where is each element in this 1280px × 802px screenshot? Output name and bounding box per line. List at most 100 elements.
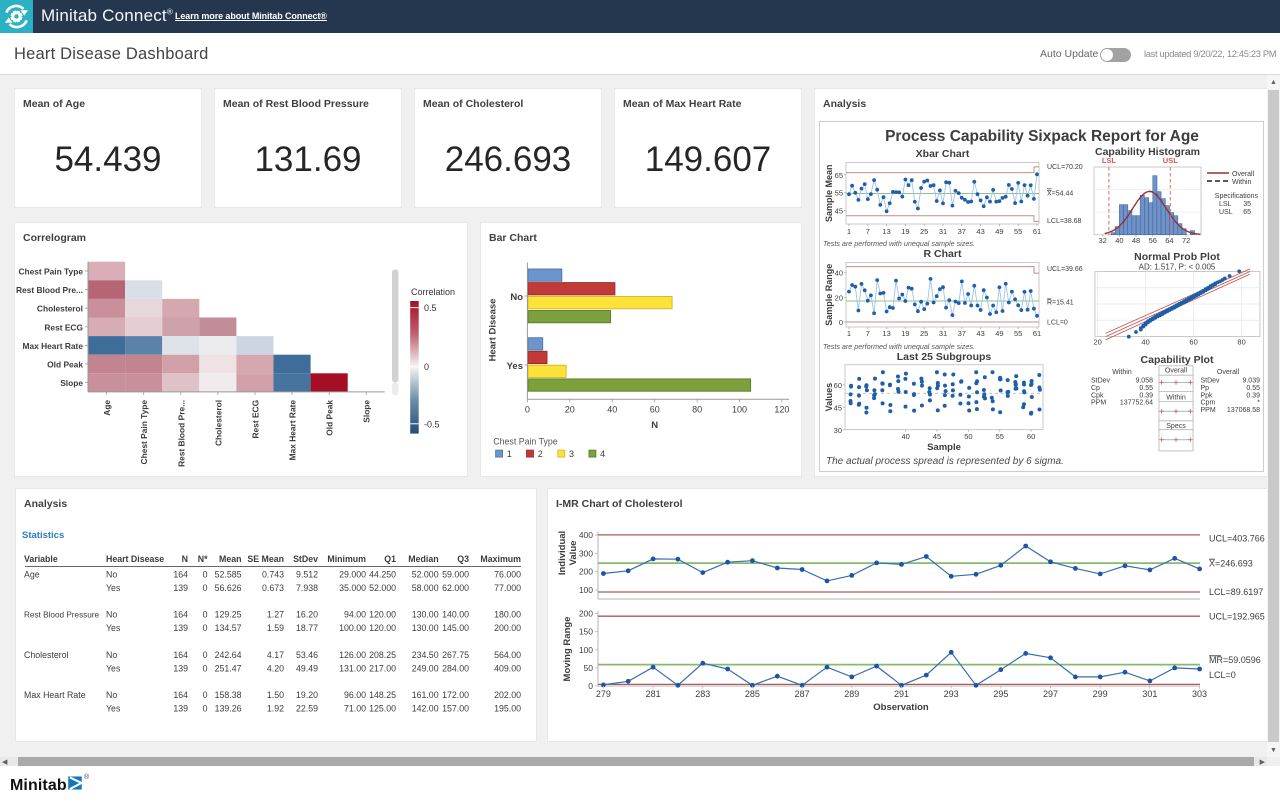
- svg-text:Moving Range: Moving Range: [562, 617, 573, 682]
- svg-text:UCL=403.766: UCL=403.766: [1209, 534, 1265, 544]
- svg-text:139: 139: [173, 704, 188, 714]
- svg-text:Cp: Cp: [1091, 385, 1100, 392]
- svg-text:9.039: 9.039: [1242, 378, 1260, 385]
- svg-text:Rest ECG: Rest ECG: [44, 322, 83, 332]
- svg-text:Chest Pain Type: Chest Pain Type: [139, 400, 149, 465]
- svg-text:X=246.693: X=246.693: [1209, 559, 1253, 569]
- svg-text:59.000: 59.000: [442, 570, 469, 580]
- svg-text:Within: Within: [1112, 369, 1132, 376]
- svg-text:0.55: 0.55: [1246, 385, 1260, 392]
- svg-text:45: 45: [933, 432, 941, 441]
- svg-text:Q3: Q3: [457, 554, 469, 564]
- svg-text:Max Heart Rate: Max Heart Rate: [22, 341, 83, 351]
- svg-text:Tests are performed with unequ: Tests are performed with unequal sample …: [823, 239, 975, 248]
- svg-text:289: 289: [844, 689, 859, 699]
- svg-text:Overall: Overall: [1165, 368, 1188, 375]
- svg-text:100: 100: [579, 645, 593, 655]
- svg-text:Sample Mean: Sample Mean: [824, 164, 834, 222]
- svg-text:Cholesterol: Cholesterol: [37, 304, 83, 314]
- svg-text:0.39: 0.39: [1246, 392, 1260, 399]
- svg-text:55: 55: [1014, 227, 1022, 236]
- svg-text:19: 19: [901, 227, 909, 236]
- svg-text:X=54.44: X=54.44: [1047, 191, 1073, 198]
- svg-text:Heart Disease: Heart Disease: [488, 299, 499, 362]
- svg-text:120: 120: [774, 404, 789, 414]
- svg-text:Mean: Mean: [219, 554, 242, 564]
- svg-text:251.47: 251.47: [215, 664, 242, 674]
- svg-text:LCL=0: LCL=0: [1047, 320, 1068, 327]
- svg-text:LSL: LSL: [1102, 156, 1117, 165]
- svg-text:7.938: 7.938: [296, 583, 318, 593]
- svg-text:16.20: 16.20: [296, 610, 318, 620]
- svg-text:7: 7: [866, 329, 870, 338]
- svg-text:-0.5: -0.5: [424, 419, 440, 429]
- svg-text:Pp: Pp: [1201, 385, 1210, 392]
- svg-text:195.00: 195.00: [494, 704, 521, 714]
- svg-text:37: 37: [958, 329, 966, 338]
- svg-text:Value: Value: [568, 541, 579, 566]
- svg-text:0: 0: [203, 690, 208, 700]
- svg-text:Rest Blood Pre...: Rest Blood Pre...: [176, 400, 186, 467]
- svg-text:1.59: 1.59: [267, 623, 284, 633]
- svg-text:Within: Within: [1232, 179, 1252, 186]
- svg-text:*: *: [1257, 400, 1260, 407]
- svg-text:Rest Blood Pressure: Rest Blood Pressure: [24, 611, 100, 620]
- svg-text:AD: 1.517, P: < 0.005: AD: 1.517, P: < 0.005: [1139, 263, 1216, 272]
- svg-text:Yes: Yes: [106, 583, 121, 593]
- svg-text:139: 139: [173, 623, 188, 633]
- svg-text:55: 55: [996, 432, 1004, 441]
- svg-text:Maximum: Maximum: [480, 554, 521, 564]
- svg-text:291: 291: [894, 689, 909, 699]
- svg-text:Variable: Variable: [24, 554, 58, 564]
- svg-text:45: 45: [835, 207, 843, 216]
- svg-text:1: 1: [847, 329, 851, 338]
- svg-text:145.00: 145.00: [442, 623, 469, 633]
- svg-text:126.00: 126.00: [339, 650, 366, 660]
- svg-text:1.27: 1.27: [267, 610, 284, 620]
- svg-text:53.46: 53.46: [296, 650, 318, 660]
- svg-text:Yes: Yes: [106, 664, 121, 674]
- svg-text:No: No: [510, 292, 523, 303]
- svg-text:96.00: 96.00: [344, 690, 366, 700]
- svg-text:56.626: 56.626: [215, 583, 242, 593]
- svg-text:UCL=39.66: UCL=39.66: [1047, 266, 1083, 273]
- svg-text:35.000: 35.000: [339, 583, 366, 593]
- svg-text:0: 0: [424, 362, 429, 372]
- svg-text:13: 13: [882, 329, 890, 338]
- svg-text:80: 80: [692, 404, 702, 414]
- svg-text:StDev: StDev: [293, 554, 318, 564]
- svg-text:32: 32: [1099, 236, 1107, 245]
- svg-text:200: 200: [579, 609, 593, 619]
- svg-text:Yes: Yes: [106, 704, 121, 714]
- svg-text:20: 20: [565, 404, 575, 414]
- svg-text:35: 35: [1243, 201, 1251, 208]
- svg-text:Cholesterol: Cholesterol: [213, 400, 223, 446]
- svg-text:LCL=38.68: LCL=38.68: [1047, 218, 1082, 225]
- svg-text:PPM: PPM: [1091, 400, 1106, 407]
- svg-text:Old Peak: Old Peak: [325, 400, 335, 436]
- svg-text:40: 40: [607, 404, 617, 414]
- svg-text:65: 65: [835, 171, 843, 180]
- svg-text:7: 7: [866, 227, 870, 236]
- svg-text:61: 61: [1033, 329, 1041, 338]
- svg-text:4.17: 4.17: [267, 650, 284, 660]
- svg-text:The actual process spread is r: The actual process spread is represented…: [826, 456, 1064, 467]
- svg-text:164: 164: [173, 690, 188, 700]
- svg-text:50: 50: [964, 432, 972, 441]
- svg-text:164: 164: [173, 570, 188, 580]
- svg-text:148.25: 148.25: [369, 690, 396, 700]
- svg-text:0.55: 0.55: [1139, 385, 1153, 392]
- svg-text:Q1: Q1: [384, 554, 396, 564]
- svg-text:19.20: 19.20: [296, 690, 318, 700]
- svg-text:40: 40: [902, 432, 910, 441]
- svg-text:Slope: Slope: [60, 378, 83, 388]
- svg-text:Chest Pain Type: Chest Pain Type: [493, 437, 557, 447]
- svg-text:Rest ECG: Rest ECG: [251, 400, 261, 439]
- svg-text:139: 139: [173, 583, 188, 593]
- svg-text:13: 13: [882, 227, 890, 236]
- svg-text:MR=59.0596: MR=59.0596: [1209, 655, 1261, 665]
- svg-text:20: 20: [835, 293, 843, 302]
- svg-text:208.25: 208.25: [369, 650, 396, 660]
- svg-text:58.000: 58.000: [412, 583, 439, 593]
- svg-text:R Chart: R Chart: [924, 248, 962, 260]
